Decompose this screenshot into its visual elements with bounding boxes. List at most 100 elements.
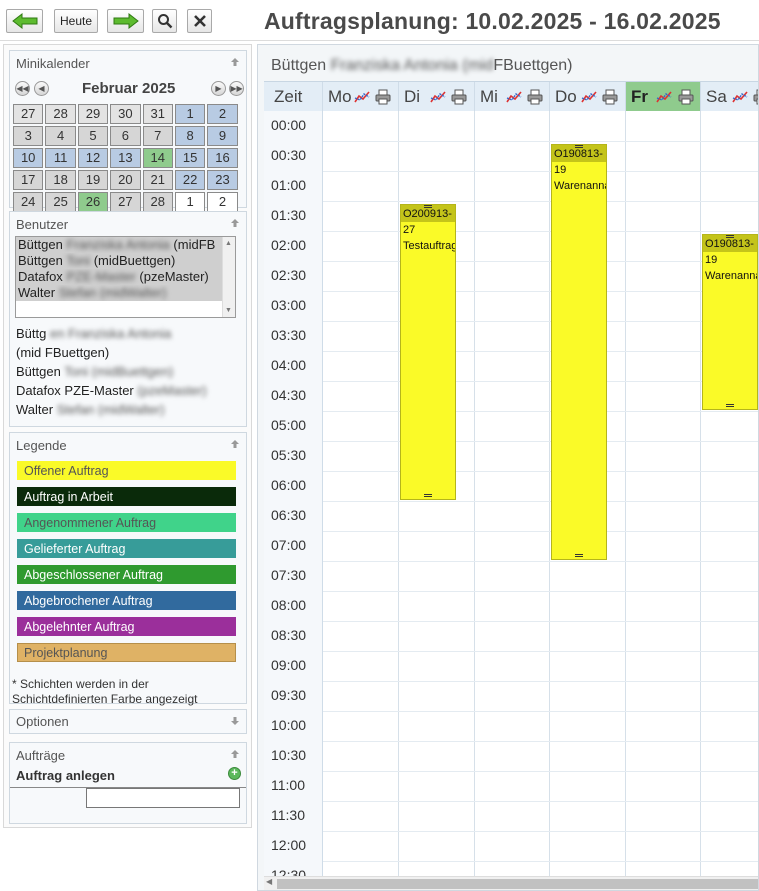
today-button-label: Heute xyxy=(59,14,93,28)
chart-icon[interactable] xyxy=(732,89,748,105)
horizontal-scrollbar[interactable]: ◀ xyxy=(264,876,758,890)
selected-user-blurred: FBuettgen) xyxy=(44,345,110,360)
hour-line xyxy=(323,381,758,382)
order-event[interactable]: O200913- 27 Testauftrag xyxy=(400,204,456,500)
user-first-name: Datafox xyxy=(18,269,63,284)
calendar-day[interactable]: 11 xyxy=(45,148,76,168)
calendar-day[interactable]: 13 xyxy=(110,148,141,168)
close-x-icon xyxy=(193,15,206,27)
day-header-sa[interactable]: Sa xyxy=(701,82,759,111)
printer-icon[interactable] xyxy=(753,89,759,105)
collapse-up-icon[interactable] xyxy=(230,57,240,67)
back-button[interactable] xyxy=(6,9,43,33)
printer-icon[interactable] xyxy=(375,89,391,105)
add-circle-icon[interactable]: + xyxy=(228,767,241,780)
optionen-title: Optionen xyxy=(16,714,69,729)
user-option[interactable]: Büttgen Toni (midBuettgen) xyxy=(16,253,222,269)
calendar-day[interactable]: 18 xyxy=(45,170,76,190)
calendar-day[interactable]: 27 xyxy=(110,192,141,212)
prev-year-icon[interactable]: ◀◀ xyxy=(15,81,30,96)
resize-grip-top[interactable] xyxy=(575,145,583,148)
calendar-day[interactable]: 25 xyxy=(45,192,76,212)
calendar-day[interactable]: 5 xyxy=(77,126,109,146)
horizontal-scroll-thumb[interactable] xyxy=(277,879,758,889)
collapse-up-icon[interactable] xyxy=(230,439,240,449)
forward-button[interactable] xyxy=(107,9,144,33)
calendar-day[interactable]: 19 xyxy=(77,170,109,190)
calendar-day[interactable]: 14 xyxy=(142,148,173,168)
calendar-day[interactable]: 4 xyxy=(45,126,76,146)
printer-icon[interactable] xyxy=(527,89,543,105)
user-select-list[interactable]: Büttgen Franziska Antonia (midFB Büttgen … xyxy=(15,236,236,318)
prev-month-icon[interactable]: ◀ xyxy=(34,81,49,96)
expand-down-icon[interactable] xyxy=(230,716,240,726)
calendar-day[interactable]: 28 xyxy=(45,104,76,124)
next-month-icon[interactable]: ▶ xyxy=(211,81,226,96)
time-header-label: Zeit xyxy=(274,87,303,106)
chart-icon[interactable] xyxy=(506,89,522,105)
day-header-mo[interactable]: Mo xyxy=(323,82,399,111)
calendar-day[interactable]: 29 xyxy=(77,104,109,124)
calendar-day[interactable]: 24 xyxy=(13,192,44,212)
day-header-label: Di xyxy=(404,87,421,106)
user-list-scrollbar[interactable]: ▲ ▼ xyxy=(222,237,235,317)
order-event[interactable]: O190813- 19 Warenannahme xyxy=(551,144,607,560)
printer-icon[interactable] xyxy=(678,89,694,105)
today-button[interactable]: Heute xyxy=(54,9,98,33)
chart-icon[interactable] xyxy=(354,89,370,105)
calendar-day[interactable]: 30 xyxy=(110,104,141,124)
calendar-day[interactable]: 1 xyxy=(174,104,206,124)
printer-icon[interactable] xyxy=(602,89,618,105)
resize-grip-bottom[interactable] xyxy=(726,404,734,407)
calendar-day[interactable]: 12 xyxy=(77,148,109,168)
close-button[interactable] xyxy=(187,9,212,33)
user-option[interactable]: Büttgen Franziska Antonia (midFB xyxy=(16,237,222,253)
calendar-day[interactable]: 9 xyxy=(207,126,238,146)
calendar-day[interactable]: 7 xyxy=(142,126,173,146)
calendar-day[interactable]: 10 xyxy=(13,148,44,168)
calendar-day[interactable]: 28 xyxy=(142,192,173,212)
calendar-day[interactable]: 2 xyxy=(207,192,238,212)
resize-grip-top[interactable] xyxy=(424,205,432,208)
resize-grip-top[interactable] xyxy=(726,235,734,238)
day-header-mi[interactable]: Mi xyxy=(475,82,550,111)
optionen-panel[interactable]: Optionen xyxy=(9,709,247,734)
hour-line xyxy=(323,171,758,172)
calendar-day[interactable]: 23 xyxy=(207,170,238,190)
calendar-day[interactable]: 26 xyxy=(77,192,109,212)
order-input[interactable] xyxy=(86,788,240,808)
calendar-day[interactable]: 17 xyxy=(13,170,44,190)
calendar-day[interactable]: 31 xyxy=(142,104,173,124)
hour-line xyxy=(323,261,758,262)
calendar-day[interactable]: 21 xyxy=(142,170,173,190)
next-year-icon[interactable]: ▶▶ xyxy=(229,81,244,96)
calendar-day[interactable]: 22 xyxy=(174,170,206,190)
chart-icon[interactable] xyxy=(581,89,597,105)
event-header: O190813- xyxy=(703,235,757,252)
calendar-day[interactable]: 8 xyxy=(174,126,206,146)
day-header-fr[interactable]: Fr xyxy=(626,82,701,111)
printer-icon[interactable] xyxy=(451,89,467,105)
day-header-do[interactable]: Do xyxy=(550,82,626,111)
calendar-day[interactable]: 27 xyxy=(13,104,44,124)
resize-grip-bottom[interactable] xyxy=(424,494,432,497)
calendar-day[interactable]: 6 xyxy=(110,126,141,146)
calendar-day[interactable]: 3 xyxy=(13,126,44,146)
user-option[interactable]: Walter Stefan (midWalter) xyxy=(16,285,222,301)
calendar-day[interactable]: 20 xyxy=(110,170,141,190)
day-column-divider xyxy=(625,111,626,884)
day-header-di[interactable]: Di xyxy=(399,82,475,111)
order-event[interactable]: O190813- 19 Warenannahme xyxy=(702,234,758,410)
collapse-up-icon[interactable] xyxy=(230,749,240,759)
calendar-day[interactable]: 16 xyxy=(207,148,238,168)
calendar-day[interactable]: 2 xyxy=(207,104,238,124)
calendar-day[interactable]: 1 xyxy=(174,192,206,212)
time-label: 06:00 xyxy=(271,477,307,493)
chart-icon[interactable] xyxy=(656,89,672,105)
resize-grip-bottom[interactable] xyxy=(575,554,583,557)
collapse-up-icon[interactable] xyxy=(230,218,240,228)
calendar-day[interactable]: 15 xyxy=(174,148,206,168)
user-option[interactable]: Datafox PZE-Master (pzeMaster) xyxy=(16,269,222,285)
chart-icon[interactable] xyxy=(430,89,446,105)
search-button[interactable] xyxy=(152,9,177,33)
